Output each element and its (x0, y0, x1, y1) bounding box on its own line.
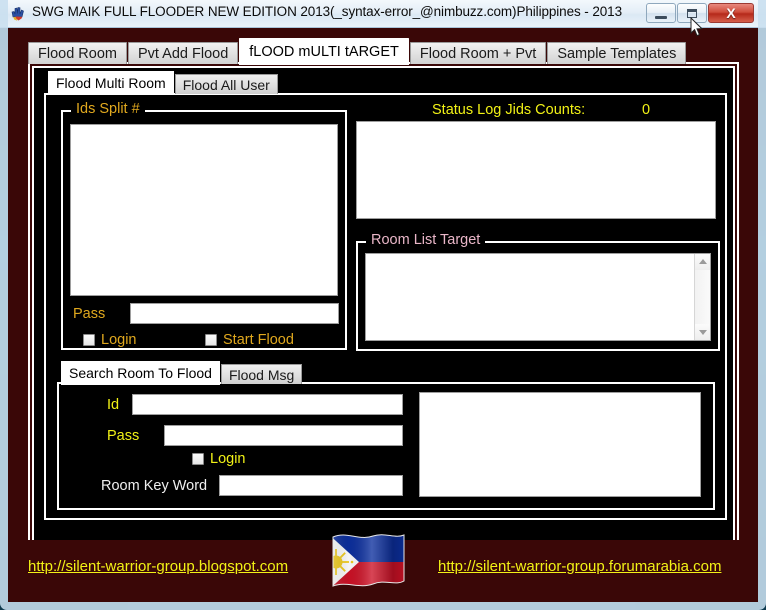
ids-split-login-checkbox[interactable]: Login (83, 332, 136, 348)
bottom-tab-strip: Search Room To Flood Flood Msg (61, 360, 303, 385)
philippines-flag-icon (325, 531, 410, 593)
room-list-target-group: Room List Target (356, 232, 720, 351)
triangle-up-icon (699, 259, 707, 264)
room-list-scrollbar[interactable] (694, 254, 710, 340)
blogspot-link[interactable]: http://silent-warrior-group.blogspot.com (28, 558, 288, 575)
status-log-count: 0 (642, 102, 651, 118)
scroll-down-button[interactable] (695, 324, 710, 340)
inner-tab-strip: Flood Multi Room Flood All User (48, 71, 279, 95)
room-keyword-input[interactable] (219, 475, 403, 496)
ids-split-start-flood-checkbox[interactable]: Start Flood (205, 332, 294, 348)
main-tab-page-inner: Flood Multi Room Flood All User Ids Spli… (32, 66, 735, 546)
tab-flood-msg[interactable]: Flood Msg (220, 364, 303, 384)
room-keyword-label: Room Key Word (101, 478, 208, 494)
main-tab-strip: Flood Room Pvt Add Flood fLOOD mULTI tAR… (28, 38, 687, 65)
ids-split-group-title: Ids Split # (71, 101, 145, 117)
minimize-button[interactable] (646, 3, 676, 23)
tab-flood-multi-target[interactable]: fLOOD mULTI tARGET (239, 38, 409, 65)
close-icon: X (726, 5, 736, 21)
ids-split-group: Ids Split # Pass Login Start Flood (61, 101, 347, 350)
tab-flood-all-user[interactable]: Flood All User (174, 74, 278, 94)
search-id-label: Id (107, 397, 120, 413)
tab-flood-multi-room[interactable]: Flood Multi Room (48, 71, 174, 95)
triangle-down-icon (699, 330, 707, 335)
tab-flood-room-pvt[interactable]: Flood Room + Pvt (409, 42, 547, 64)
checkbox-box[interactable] (205, 334, 217, 346)
inner-tab-page: Ids Split # Pass Login Start Flood Statu… (44, 93, 727, 520)
tab-pvt-add-flood[interactable]: Pvt Add Flood (127, 42, 239, 64)
application-window: SWG MAIK FULL FLOODER NEW EDITION 2013(_… (0, 0, 766, 610)
tab-search-room-to-flood[interactable]: Search Room To Flood (61, 361, 220, 385)
search-login-checkbox[interactable]: Login (192, 451, 245, 467)
tab-flood-room[interactable]: Flood Room (28, 42, 127, 64)
ids-split-start-flood-label: Start Flood (223, 332, 294, 348)
room-list-target-group-title: Room List Target (366, 232, 486, 248)
room-list-target-listbox[interactable] (365, 253, 711, 341)
window-title: SWG MAIK FULL FLOODER NEW EDITION 2013(_… (32, 4, 622, 19)
app-icon (9, 5, 27, 23)
status-log-label: Status Log Jids Counts: (432, 102, 586, 118)
tab-sample-templates[interactable]: Sample Templates (547, 42, 687, 64)
client-area: Flood Room Pvt Add Flood fLOOD mULTI tAR… (8, 28, 758, 602)
maximize-button[interactable] (677, 3, 707, 23)
search-pass-label: Pass (107, 428, 140, 444)
search-pass-input[interactable] (164, 425, 403, 446)
ids-split-textarea[interactable] (70, 124, 338, 296)
scroll-up-button[interactable] (695, 254, 710, 270)
checkbox-box[interactable] (192, 453, 204, 465)
checkbox-box[interactable] (83, 334, 95, 346)
ids-split-pass-label: Pass (73, 306, 106, 322)
search-id-input[interactable] (132, 394, 403, 415)
search-login-label: Login (210, 451, 246, 467)
ids-split-pass-input[interactable] (130, 303, 339, 324)
status-log-textarea[interactable] (356, 121, 716, 219)
footer: http://silent-warrior-group.blogspot.com (8, 534, 758, 602)
close-button[interactable]: X (708, 3, 754, 23)
ids-split-login-label: Login (101, 332, 137, 348)
minimize-icon (655, 16, 667, 19)
forumarabia-link[interactable]: http://silent-warrior-group.forumarabia.… (438, 558, 721, 575)
search-output-textarea[interactable] (419, 392, 701, 497)
main-tab-page: Flood Multi Room Flood All User Ids Spli… (28, 62, 739, 550)
bottom-tab-page: Id Pass Login Room Key Word (57, 382, 715, 510)
maximize-icon (687, 9, 697, 18)
title-bar: SWG MAIK FULL FLOODER NEW EDITION 2013(_… (0, 0, 766, 28)
